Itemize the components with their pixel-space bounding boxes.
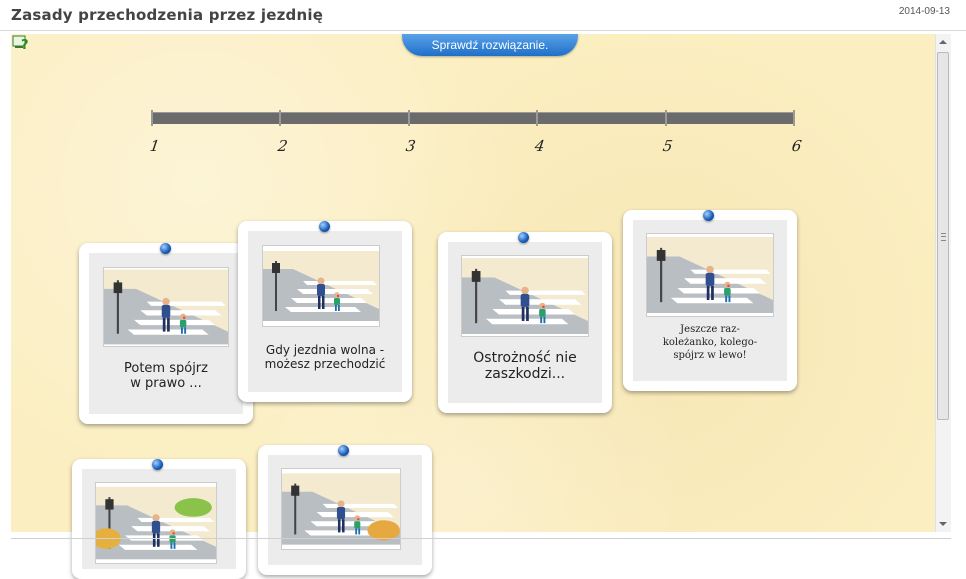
grip-icon bbox=[941, 233, 946, 241]
date-label: 2014-09-13 bbox=[898, 6, 950, 17]
instruction-card[interactable]: Gdy jezdnia wolna - możesz przechodzić bbox=[238, 221, 412, 402]
pin-icon bbox=[518, 232, 529, 243]
timeline-tick bbox=[408, 110, 410, 126]
svg-text:?: ? bbox=[21, 38, 29, 51]
pin-icon bbox=[703, 210, 714, 221]
crossing-illustration bbox=[461, 255, 589, 337]
crossing-illustration bbox=[262, 245, 380, 327]
vertical-scrollbar[interactable] bbox=[935, 34, 951, 532]
timeline-number: 6 bbox=[790, 137, 803, 155]
app-header: Zasady przechodzenia przez jezdnię 2014-… bbox=[0, 0, 966, 31]
crossing-illustration bbox=[646, 233, 774, 317]
timeline-tick bbox=[279, 110, 281, 126]
card-caption: Gdy jezdnia wolna - możesz przechodzić bbox=[264, 343, 386, 371]
instruction-card[interactable]: Jeszcze raz- koleżanko, kolego- spójrz w… bbox=[623, 210, 797, 391]
pin-icon bbox=[338, 445, 349, 456]
scroll-thumb[interactable] bbox=[937, 52, 949, 420]
ordering-timeline bbox=[152, 112, 795, 124]
page-title: Zasady przechodzenia przez jezdnię bbox=[11, 6, 324, 24]
crossing-illustration bbox=[95, 482, 217, 564]
card-caption: Potem spójrz w prawo ... bbox=[124, 361, 208, 391]
card-caption: Ostrożność nie zaszkodzi... bbox=[473, 350, 577, 382]
timeline-number: 2 bbox=[276, 137, 289, 155]
card-caption: Jeszcze raz- koleżanko, kolego- spójrz w… bbox=[662, 324, 758, 361]
pin-icon bbox=[152, 459, 163, 470]
pin-icon bbox=[160, 243, 171, 254]
instruction-card[interactable]: Potem spójrz w prawo ... bbox=[79, 243, 253, 424]
instruction-card[interactable] bbox=[258, 445, 432, 575]
crossing-illustration bbox=[103, 267, 229, 347]
check-solution-button[interactable]: Sprawdź rozwiązanie. bbox=[402, 34, 578, 56]
instruction-card[interactable] bbox=[72, 459, 246, 579]
timeline-number: 4 bbox=[533, 137, 546, 155]
help-icon[interactable]: ? bbox=[12, 35, 30, 51]
instruction-card[interactable]: Ostrożność nie zaszkodzi... bbox=[438, 232, 612, 413]
pin-icon bbox=[319, 221, 330, 232]
scroll-up-icon[interactable] bbox=[939, 40, 947, 44]
footer-divider bbox=[11, 538, 951, 539]
timeline-tick bbox=[536, 110, 538, 126]
timeline-tick bbox=[793, 110, 795, 126]
timeline-tick bbox=[665, 110, 667, 126]
timeline-tick bbox=[151, 110, 153, 126]
scroll-down-icon[interactable] bbox=[939, 522, 947, 526]
